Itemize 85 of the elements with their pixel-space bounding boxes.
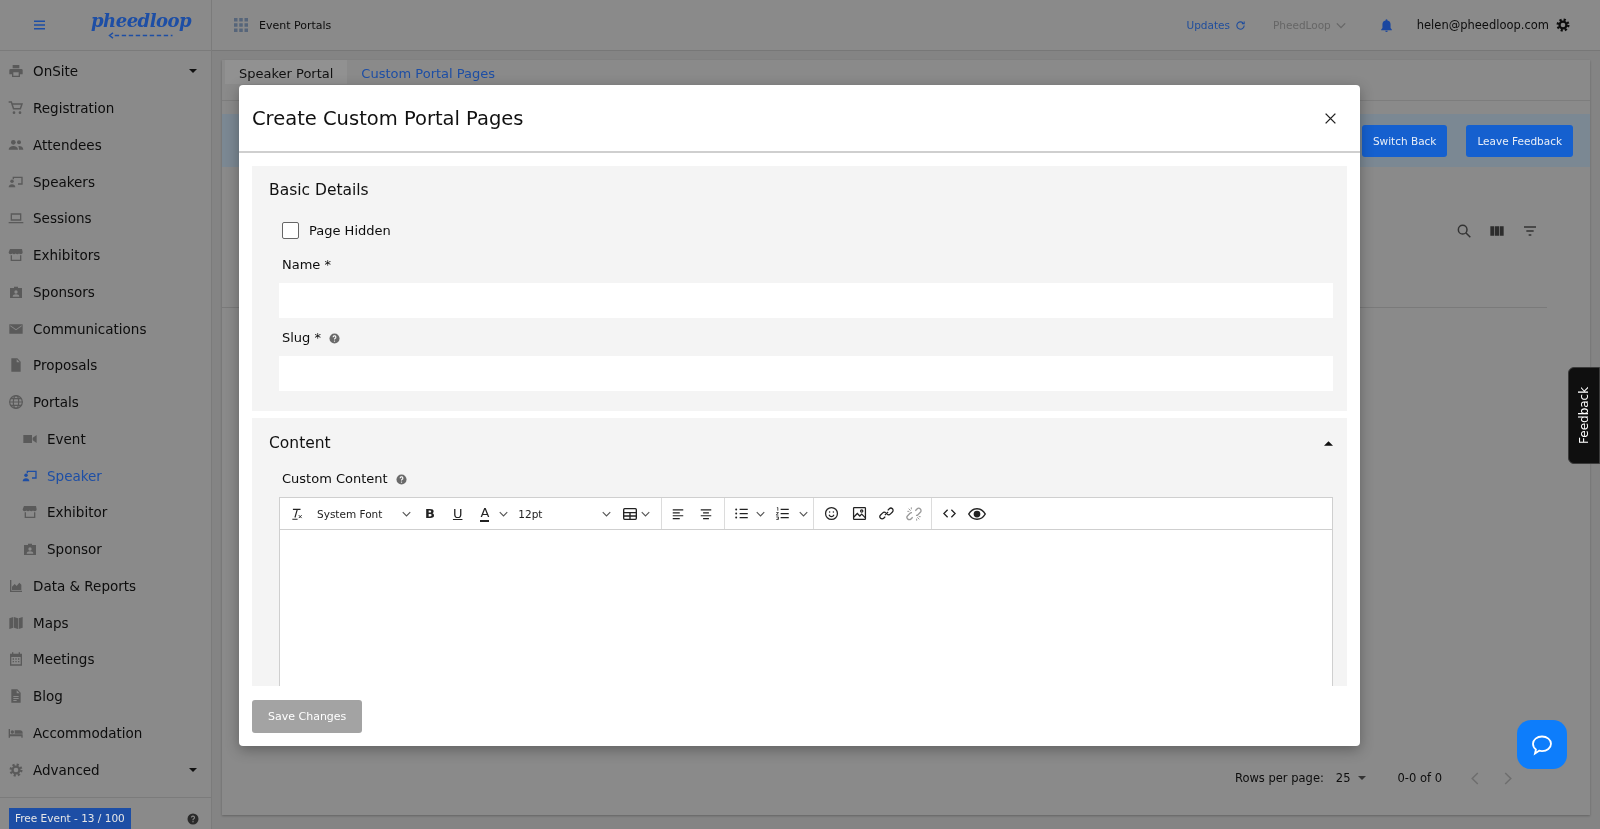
text-color-button[interactable]: A (480, 505, 490, 522)
sidebar-item[interactable]: Accommodation (0, 714, 211, 752)
field-label: Name * (282, 256, 331, 274)
feedback-tab[interactable]: Feedback (1568, 367, 1600, 464)
chevron-down-icon (602, 510, 612, 517)
field-label: Custom Content (282, 470, 388, 488)
font-size-select[interactable]: 12pt (518, 501, 612, 526)
sidebar-item[interactable]: Proposals (0, 347, 211, 384)
action-button[interactable]: Switch Back (1361, 124, 1448, 157)
rows-per-page-select[interactable]: 25 (1335, 771, 1366, 785)
align-center-icon[interactable] (699, 506, 714, 521)
caret-up-icon[interactable] (1324, 440, 1333, 446)
printer-icon (8, 63, 24, 80)
sidebar-item[interactable]: Sponsor (0, 530, 211, 568)
sidebar-item[interactable]: Sponsors (0, 273, 211, 311)
pagination-label: Rows per page: (1234, 771, 1324, 785)
font-select[interactable]: System Font (317, 501, 411, 526)
chat-button[interactable] (1517, 720, 1567, 769)
globe-icon (8, 394, 24, 411)
document-icon (8, 357, 24, 374)
chevron-down-icon[interactable] (799, 510, 809, 517)
table-icon[interactable] (622, 505, 639, 522)
page-range: 0-0 of 0 (1397, 771, 1442, 785)
sidebar-item[interactable]: OnSite (0, 53, 211, 90)
help-icon[interactable] (395, 473, 407, 485)
underline-button[interactable]: U (452, 505, 463, 522)
gear-icon (8, 761, 24, 778)
chevron-down-icon (1335, 21, 1346, 29)
sidebar-item[interactable]: Communications (0, 310, 211, 347)
refresh-icon (1235, 19, 1246, 31)
sidebar-item[interactable]: Maps (0, 604, 211, 641)
clear-format-icon[interactable] (290, 506, 304, 521)
checkbox[interactable] (282, 221, 299, 239)
chevron-down-icon[interactable] (756, 510, 766, 517)
sidebar-item[interactable]: Advanced (0, 751, 211, 788)
chevron-down-icon (402, 510, 411, 517)
logo-text: pheedloop (91, 11, 192, 31)
document-icon (8, 688, 24, 705)
sidebar-item[interactable]: Registration (0, 89, 211, 127)
bullet-list-icon[interactable] (734, 506, 750, 521)
section-title: Basic Details (269, 180, 370, 201)
numbered-list-icon[interactable] (775, 506, 791, 521)
help-icon[interactable] (187, 813, 199, 825)
unlink-icon[interactable] (906, 505, 923, 522)
storefront-icon (22, 504, 38, 521)
sidebar-item[interactable]: Blog (0, 677, 211, 715)
align-left-icon[interactable] (671, 506, 686, 521)
sidebar-item[interactable]: Event (0, 420, 211, 458)
emoji-icon[interactable] (824, 506, 840, 521)
filter-icon[interactable] (1522, 223, 1538, 239)
page-title: Event Portals (259, 18, 332, 32)
sidebar-item[interactable]: Exhibitor (0, 494, 211, 531)
sidebar-item[interactable]: Data & Reports (0, 567, 211, 605)
sidebar-item[interactable]: Attendees (0, 126, 211, 164)
link-icon[interactable] (879, 506, 895, 521)
close-icon[interactable] (1324, 111, 1337, 125)
bell-icon[interactable] (1378, 17, 1394, 33)
checkbox-label: Page Hidden (309, 222, 391, 238)
columns-icon[interactable] (1489, 223, 1505, 239)
calendar-icon (8, 651, 24, 668)
area-chart-icon (8, 577, 24, 594)
settings-icon[interactable] (1555, 17, 1571, 33)
user-menu[interactable]: helen@pheedloop.com (1416, 18, 1549, 32)
plan-badge: Free Event - 13 / 100 (9, 808, 131, 829)
caret-down-icon (1357, 776, 1366, 780)
id-badge-icon (22, 541, 38, 558)
image-icon[interactable] (852, 506, 868, 521)
action-button[interactable]: Leave Feedback (1466, 124, 1573, 157)
search-icon[interactable] (1456, 223, 1472, 239)
sidebar-item[interactable]: Portals (0, 383, 211, 421)
sidebar-item[interactable]: Exhibitors (0, 236, 211, 274)
storefront-icon (8, 247, 24, 264)
field-label: Slug * (282, 329, 321, 347)
sidebar-item[interactable]: Sessions (0, 200, 211, 237)
modal-title: Create Custom Portal Pages (252, 106, 524, 130)
sidebar-item[interactable]: Speakers (0, 163, 211, 200)
chevron-down-icon[interactable] (641, 510, 651, 517)
chevron-down-icon[interactable] (499, 510, 509, 517)
map-icon (8, 614, 24, 631)
bold-button[interactable]: B (425, 505, 435, 522)
section-title: Content (269, 433, 331, 454)
tab[interactable]: Speaker Portal (225, 60, 348, 84)
help-icon[interactable] (329, 332, 340, 344)
cart-icon (8, 100, 24, 117)
sidebar-item[interactable]: Meetings (0, 641, 211, 678)
